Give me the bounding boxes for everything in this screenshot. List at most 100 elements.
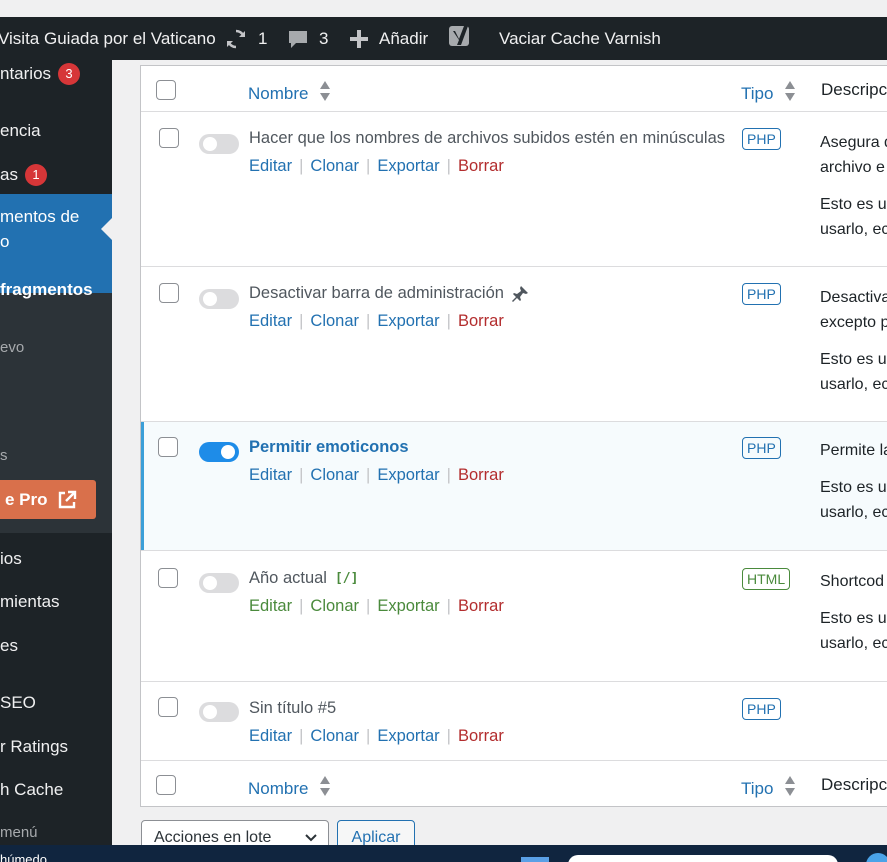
snippet-toggle[interactable] (199, 134, 239, 154)
snippet-title-link[interactable]: Desactivar barra de administración (249, 284, 529, 303)
edit-link[interactable]: Editar (249, 312, 292, 330)
admin-bar: Visita Guiada por el Vaticano 1 3 Añadir… (0, 17, 887, 60)
toggle-knob (203, 137, 217, 151)
row-checkbox[interactable] (159, 128, 179, 148)
snippet-toggle[interactable] (199, 702, 239, 722)
yoast-menu[interactable] (448, 17, 472, 60)
sidebar-item-appearance[interactable]: encia (0, 121, 112, 141)
comment-bubble-icon (287, 28, 309, 50)
sidebar-item-comments[interactable]: ntarios 3 (0, 63, 112, 85)
yoast-icon (448, 23, 472, 54)
type-badge: PHP (742, 437, 781, 459)
copilot-icon[interactable] (866, 853, 887, 862)
column-header-name[interactable]: Nombre (248, 80, 331, 107)
clone-link[interactable]: Clonar (310, 312, 359, 330)
collapse-menu-button[interactable]: menú (0, 824, 112, 841)
export-link[interactable]: Exportar (377, 597, 439, 615)
export-link[interactable]: Exportar (377, 727, 439, 745)
toggle-knob (203, 292, 217, 306)
snippet-title-link[interactable]: Sin título #5 (249, 699, 336, 718)
row-actions: Editar | Clonar | Exportar | Borrar (249, 157, 504, 175)
row-checkbox[interactable] (159, 283, 179, 303)
column-footer-name[interactable]: Nombre (248, 775, 331, 802)
export-link[interactable]: Exportar (377, 312, 439, 330)
clone-link[interactable]: Clonar (310, 466, 359, 484)
toggle-knob (203, 705, 217, 719)
clone-link[interactable]: Clonar (310, 727, 359, 745)
comments-count: 3 (319, 28, 329, 48)
column-footer-type[interactable]: Tipo (741, 775, 796, 802)
sidebar-item-tools[interactable]: mientas (0, 592, 112, 612)
snippet-title-link[interactable]: Permitir emoticonos (249, 438, 409, 457)
submenu-item-all-snippets[interactable]: fragmentos (0, 280, 112, 300)
sidebar-item-label: as (0, 165, 18, 184)
submenu-item-settings[interactable]: s (0, 447, 112, 464)
sidebar-item-ratings[interactable]: r Ratings (0, 737, 112, 757)
description-text: Permite la Esto es un usarlo, ec (820, 442, 887, 521)
snippet-title-link[interactable]: Año actual [/] (249, 569, 358, 588)
snippet-title-link[interactable]: Hacer que los nombres de archivos subido… (249, 129, 725, 148)
clone-link[interactable]: Clonar (310, 157, 359, 175)
table-header-row: Nombre Tipo Descripción (141, 66, 887, 112)
export-link[interactable]: Exportar (377, 466, 439, 484)
windows-start-icon[interactable] (521, 857, 549, 862)
sidebar-item-label: ntarios (0, 64, 52, 83)
sidebar-item-plugins[interactable]: as 1 (0, 164, 112, 186)
current-menu-arrow (101, 218, 112, 240)
type-badge: PHP (742, 128, 781, 150)
snippet-toggle[interactable] (199, 289, 239, 309)
sidebar-item-seo[interactable]: SEO (0, 693, 112, 713)
os-taskbar: húmedo (0, 845, 887, 862)
export-link[interactable]: Exportar (377, 157, 439, 175)
table-row: Sin título #5 Editar | Clonar | Exportar | Bor… (141, 682, 887, 761)
description-text: Shortcod Esto es un usarlo, ec (820, 573, 887, 652)
sidebar-item-cache[interactable]: h Cache (0, 780, 112, 800)
row-actions: Editar | Clonar | Exportar | Borrar (249, 312, 504, 330)
table-row: Año actual [/] Editar | Clonar | Exportar | Bo… (141, 551, 887, 682)
edit-link[interactable]: Editar (249, 466, 292, 484)
plugins-badge: 1 (24, 164, 47, 186)
edit-link[interactable]: Editar (249, 727, 292, 745)
weather-text: húmedo (0, 852, 47, 862)
select-all-checkbox[interactable] (156, 80, 176, 100)
snippet-toggle-on[interactable] (199, 442, 239, 462)
delete-link[interactable]: Borrar (458, 157, 504, 175)
edit-link[interactable]: Editar (249, 157, 292, 175)
sidebar-item-users[interactable]: ios (0, 549, 112, 569)
edit-link[interactable]: Editar (249, 597, 292, 615)
sort-arrows-icon (319, 775, 331, 802)
type-badge: PHP (742, 698, 781, 720)
delete-link[interactable]: Borrar (458, 466, 504, 484)
updates-link[interactable]: 1 (224, 17, 267, 60)
description-text: Desactiva excepto p Esto es un usarlo, e… (820, 289, 887, 393)
row-checkbox[interactable] (158, 437, 178, 457)
sidebar-item-settings[interactable]: es (0, 636, 112, 656)
column-header-description: Descripción (821, 80, 887, 99)
submenu-item-add-new[interactable]: evo (0, 339, 112, 356)
taskbar-search[interactable] (568, 855, 838, 862)
row-checkbox[interactable] (158, 568, 178, 588)
add-new-link[interactable]: Añadir (349, 17, 428, 60)
sort-arrows-icon (784, 80, 796, 107)
table-row: Desactivar barra de administración Edita… (141, 267, 887, 422)
select-all-checkbox-footer[interactable] (156, 775, 176, 795)
delete-link[interactable]: Borrar (458, 727, 504, 745)
admin-sidebar: ntarios 3 encia as 1 mentos de o fragmento… (0, 60, 112, 862)
comments-link[interactable]: 3 (287, 17, 328, 60)
table-footer-row: Nombre Tipo Descripción (141, 761, 887, 806)
row-actions: Editar | Clonar | Exportar | Borrar (249, 466, 504, 484)
type-badge: HTML (742, 568, 791, 590)
site-name-link[interactable]: Visita Guiada por el Vaticano (0, 17, 216, 60)
column-header-type[interactable]: Tipo (741, 80, 796, 107)
upgrade-pro-button[interactable]: e Pro (0, 480, 96, 519)
delete-link[interactable]: Borrar (458, 312, 504, 330)
delete-link[interactable]: Borrar (458, 597, 504, 615)
table-row: Hacer que los nombres de archivos subido… (141, 112, 887, 267)
row-checkbox[interactable] (158, 697, 178, 717)
row-actions: Editar | Clonar | Exportar | Borrar (249, 727, 504, 745)
snippet-toggle[interactable] (199, 573, 239, 593)
sidebar-item-snippets-label: mentos de o (0, 207, 80, 251)
plus-icon (349, 29, 369, 49)
clone-link[interactable]: Clonar (310, 597, 359, 615)
purge-varnish-cache-link[interactable]: Vaciar Cache Varnish (499, 17, 661, 60)
